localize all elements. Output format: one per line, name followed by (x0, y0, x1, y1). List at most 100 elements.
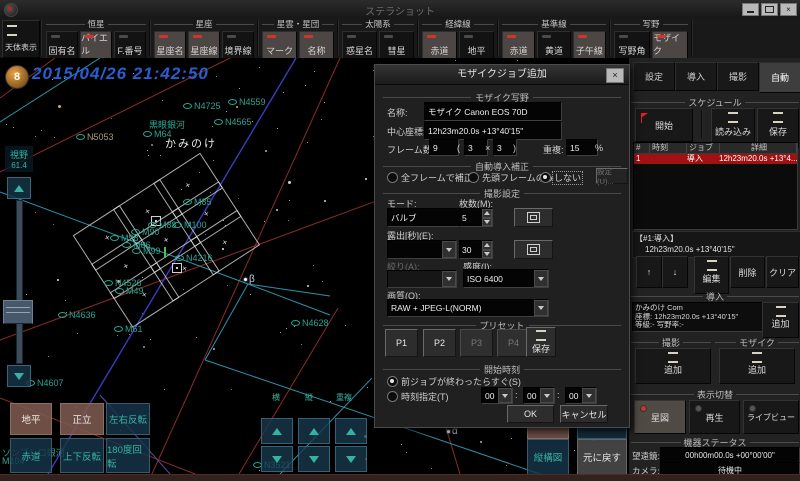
overlap-up-button[interactable] (335, 418, 367, 444)
spin-down-icon[interactable] (482, 250, 492, 259)
equatorial-mode-button[interactable]: 赤道 (10, 438, 52, 473)
toolbar-button-fov-angle[interactable]: 写野角 (614, 31, 650, 61)
dropdown-arrow-icon[interactable] (442, 241, 456, 258)
start-minute-dropdown[interactable]: 00 (523, 387, 555, 404)
dropdown-arrow-icon[interactable] (498, 388, 512, 403)
center-coord-input[interactable]: 12h23m20.0s +13°40'15" (424, 121, 562, 140)
exposure-preview-button[interactable] (514, 240, 553, 259)
restore-button[interactable] (761, 3, 778, 16)
autogoto-settings-button[interactable]: 設定(U)... (596, 168, 628, 184)
count-spinner[interactable]: 5 (459, 208, 493, 227)
radio-correct-all[interactable]: 全フレームで補正 (387, 171, 473, 184)
close-button[interactable]: × (780, 3, 797, 16)
tab-settings[interactable]: 設定 (633, 62, 675, 91)
toolbar-button-ref-meridian[interactable]: 子午線 (573, 31, 606, 61)
hidden-button-partial[interactable] (527, 427, 569, 439)
name-input[interactable]: モザイク Canon EOS 70D (424, 102, 562, 121)
overlap-input[interactable]: 15 (566, 139, 598, 156)
flip-horizontal-button[interactable]: 左右反転 (106, 403, 150, 435)
celestial-display-button[interactable]: 天体表示 (2, 20, 40, 58)
ok-button[interactable]: OK (507, 405, 554, 423)
menu-icon (776, 306, 786, 317)
undo-button[interactable]: 元に戻す (577, 439, 627, 474)
job-move-down-button[interactable]: ↓ (662, 256, 688, 288)
toolbar-button-ds-mark[interactable]: マーク (262, 31, 297, 61)
job-delete-button[interactable]: 削除 (730, 256, 765, 288)
toolbar-button-flamsteed[interactable]: F.番号 (114, 31, 146, 61)
radio-start-at-time[interactable]: 時刻指定(T) (387, 390, 449, 403)
toolbar-button-grid-equatorial[interactable]: 赤道 (422, 31, 457, 61)
job-move-up-button[interactable]: ↑ (636, 256, 662, 288)
toolbar-button-bayer[interactable]: バイエル (80, 31, 112, 61)
galaxy-ellipse-icon (115, 288, 124, 294)
toolbar-button-const-boundary[interactable]: 境界線 (222, 31, 254, 61)
toolbar-button-const-name[interactable]: 星座名 (154, 31, 186, 61)
zoom-slider-track[interactable] (16, 200, 23, 364)
toolbar-button-const-line[interactable]: 星座線 (188, 31, 220, 61)
toolbar-button-ref-equator[interactable]: 赤道 (502, 31, 535, 61)
led-icon (267, 35, 276, 38)
display-chart-button[interactable]: 星図 (634, 400, 686, 434)
display-liveview-button[interactable]: ライブビュー (743, 400, 799, 434)
columns-up-button[interactable] (261, 418, 293, 444)
zoom-slider-handle[interactable] (3, 300, 33, 324)
toolbar-button-ref-ecliptic[interactable]: 黄道 (537, 31, 570, 61)
toolbar-button-planet-name[interactable]: 惑星名 (342, 31, 377, 61)
spin-up-icon[interactable] (482, 209, 492, 218)
dropdown-arrow-icon[interactable] (540, 388, 554, 403)
cancel-button[interactable]: キャンセル (560, 405, 608, 423)
tab-goto[interactable]: 導入 (675, 62, 717, 91)
job-edit-button[interactable]: 編集 (694, 256, 729, 294)
toolbar-button-comet[interactable]: 彗星 (379, 31, 414, 61)
spin-down-icon[interactable] (482, 218, 492, 227)
schedule-row-selected[interactable]: 1 導入 12h23m20.0s +13°4... (634, 154, 797, 164)
dropdown-arrow-icon[interactable] (582, 388, 596, 403)
exposure-spinner[interactable]: 30 (459, 240, 493, 259)
minimize-button[interactable] (742, 3, 759, 16)
hidden-button-partial[interactable] (577, 427, 627, 439)
spin-up-icon[interactable] (482, 241, 492, 250)
schedule-start-button[interactable]: 開始 (635, 108, 693, 142)
rows-down-button[interactable] (298, 446, 330, 472)
columns-down-button[interactable] (261, 446, 293, 472)
flip-vertical-button[interactable]: 上下反転 (60, 438, 104, 473)
portrait-composition-button[interactable]: 縦構図 (527, 439, 569, 474)
preset-p1-button[interactable]: P1 (385, 329, 418, 357)
zoom-in-button[interactable] (7, 177, 31, 199)
led-icon (507, 35, 516, 38)
preset-save-button[interactable]: 保存 (526, 327, 556, 357)
group-label: 写野 (643, 18, 660, 30)
overlap-down-button[interactable] (335, 446, 367, 472)
frame-count-input[interactable]: 9 (429, 139, 459, 156)
tab-capture[interactable]: 撮影 (717, 62, 759, 91)
toolbar-button-mosaic[interactable]: モザイク (652, 31, 688, 61)
mosaic-add-button[interactable]: 追加 (719, 348, 795, 384)
start-hour-dropdown[interactable]: 00 (481, 387, 513, 404)
toolbar-button-proper-name[interactable]: 固有名 (46, 31, 78, 61)
toolbar-button-grid-horizon[interactable]: 地平 (459, 31, 494, 61)
exposure-dropdown[interactable] (387, 240, 457, 259)
count-preview-button[interactable] (514, 208, 553, 227)
dropdown-arrow-icon[interactable] (534, 300, 548, 316)
schedule-table[interactable]: # 時刻 ジョブ 詳細 1 導入 12h23m20.0s +13°4... (633, 142, 798, 230)
start-second-dropdown[interactable]: 00 (565, 387, 597, 404)
quality-dropdown[interactable]: RAW + JPEG-L(NORM) (387, 299, 549, 317)
radio-correct-none[interactable]: しない (540, 171, 581, 184)
capture-add-button[interactable]: 追加 (635, 348, 711, 384)
job-clear-button[interactable]: クリア (766, 256, 799, 288)
dialog-close-button[interactable]: × (606, 68, 624, 83)
preset-p3-button[interactable]: P3 (460, 329, 493, 357)
rotate-180-button[interactable]: 180度回転 (106, 438, 150, 473)
horizon-mode-button[interactable]: 地平 (10, 403, 52, 435)
zoom-out-button[interactable] (7, 365, 31, 387)
rows-up-button[interactable] (298, 418, 330, 444)
iso-dropdown[interactable]: ISO 6400 (463, 269, 549, 288)
paren: ) (513, 143, 516, 153)
toolbar-button-ds-name[interactable]: 名称 (299, 31, 334, 61)
tab-auto[interactable]: 自動 (759, 62, 800, 93)
goto-add-button[interactable]: 追加 (762, 302, 799, 338)
dropdown-arrow-icon[interactable] (534, 270, 548, 287)
erect-view-button[interactable]: 正立 (60, 403, 104, 435)
display-playback-button[interactable]: 再生 (689, 400, 740, 434)
preset-p2-button[interactable]: P2 (423, 329, 456, 357)
